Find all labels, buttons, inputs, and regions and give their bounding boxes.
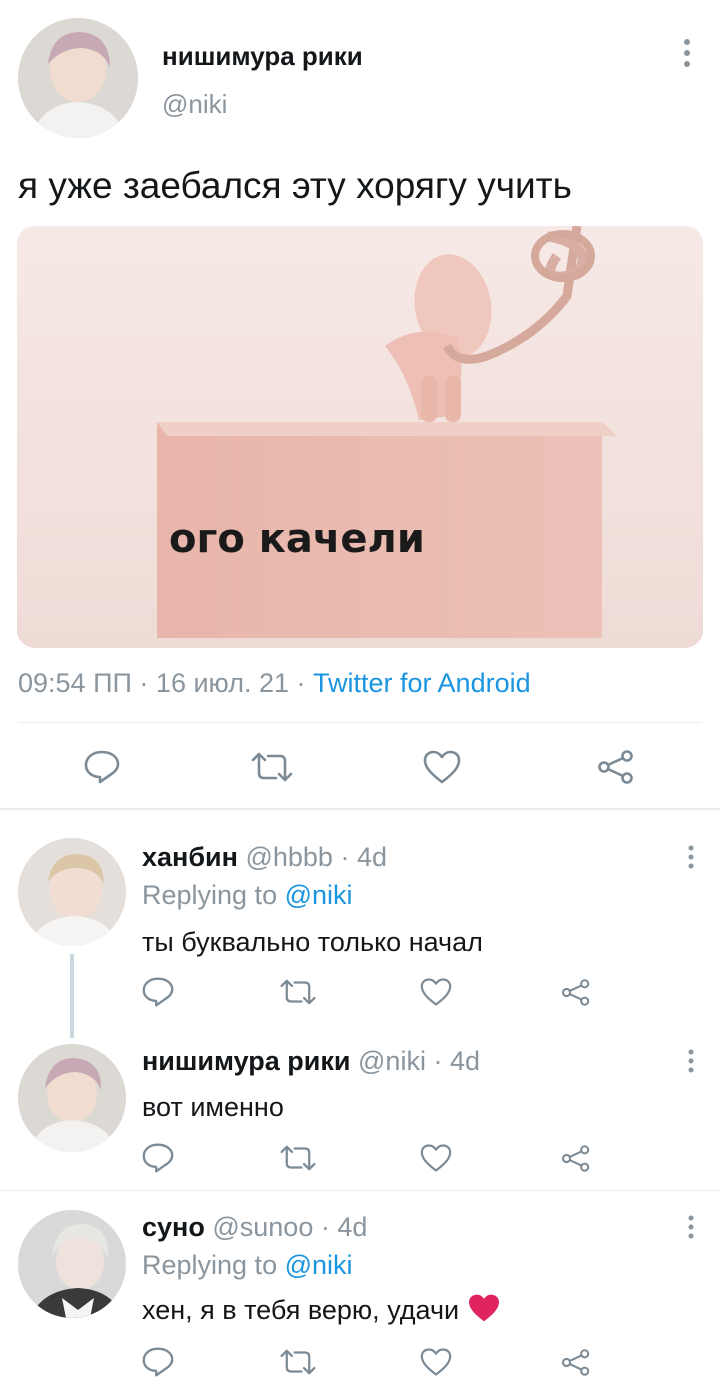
retweet-button[interactable] [268, 1136, 328, 1180]
reply-author-handle[interactable]: @niki [358, 1046, 426, 1076]
thread-line [70, 954, 74, 1038]
more-vertical-icon [684, 39, 690, 67]
retweet-icon [280, 1145, 316, 1171]
reply-button[interactable] [128, 970, 188, 1014]
more-options-button[interactable] [676, 842, 706, 872]
reply-header: ханбин @hbbb · 4d [142, 840, 387, 874]
like-icon [420, 1348, 452, 1376]
meta-separator: · [296, 668, 306, 698]
tweet-text: я уже заебался эту хорягу учить [18, 165, 572, 206]
share-icon [598, 750, 633, 784]
tweet-date: 16 июл. 21 [155, 668, 289, 698]
retweet-button[interactable] [268, 970, 328, 1014]
reply-button[interactable] [72, 745, 132, 789]
meta-separator: · [433, 1046, 443, 1076]
reply-icon [84, 750, 120, 784]
reply-age: 4d [337, 1212, 368, 1242]
meme-image: ого качели [17, 226, 703, 648]
retweet-icon [251, 752, 293, 782]
share-icon [561, 978, 590, 1006]
share-button[interactable] [586, 745, 646, 789]
reply-author-name[interactable]: ханбин [142, 842, 238, 872]
like-button[interactable] [406, 970, 466, 1014]
reply-icon [142, 1143, 174, 1173]
share-button[interactable] [546, 1136, 606, 1180]
share-button[interactable] [546, 1340, 606, 1384]
retweet-button[interactable] [242, 745, 302, 789]
heart-emoji-icon [467, 1293, 501, 1331]
tweet-source-link[interactable]: Twitter for Android [313, 668, 531, 698]
meta-separator: · [139, 668, 149, 698]
more-vertical-icon [688, 845, 694, 869]
reply-author-handle[interactable]: @hbbb [245, 842, 332, 872]
reply-icon [142, 977, 174, 1007]
more-vertical-icon [688, 1215, 694, 1239]
share-button[interactable] [546, 970, 606, 1014]
divider [18, 722, 702, 723]
reply-header: суно @sunoo · 4d [142, 1210, 367, 1244]
author-avatar[interactable] [18, 18, 138, 138]
more-options-button[interactable] [676, 1212, 706, 1242]
like-button[interactable] [406, 1136, 466, 1180]
retweet-button[interactable] [268, 1340, 328, 1384]
reply-text: хен, я в тебя верю, удачи [142, 1295, 460, 1325]
like-button[interactable] [412, 745, 472, 789]
reply-header: нишимура рики @niki · 4d [142, 1044, 480, 1078]
like-icon [420, 978, 452, 1006]
author-handle[interactable]: @niki [162, 88, 227, 120]
like-icon [420, 1144, 452, 1172]
divider [0, 808, 720, 810]
replying-to-link[interactable]: @niki [285, 1250, 353, 1280]
reply-avatar[interactable] [18, 1044, 126, 1152]
reply-button[interactable] [128, 1340, 188, 1384]
retweet-icon [280, 1349, 316, 1375]
divider [0, 1190, 720, 1191]
reply-age: 4d [356, 842, 388, 872]
reply-text-line: хен, я в тебя верю, удачи [142, 1293, 501, 1331]
reply-author-handle[interactable]: @sunoo [212, 1212, 313, 1242]
retweet-icon [280, 979, 316, 1005]
like-button[interactable] [406, 1340, 466, 1384]
more-options-button[interactable] [676, 1046, 706, 1076]
replying-to-label: Replying to [142, 880, 278, 910]
reply-button[interactable] [128, 1136, 188, 1180]
reply-author-name[interactable]: суно [142, 1212, 205, 1242]
reply-author-name[interactable]: нишимура рики [142, 1046, 351, 1076]
reply-text: ты буквально только начал [142, 927, 483, 957]
share-icon [561, 1144, 590, 1172]
replying-to: Replying to @niki [142, 1248, 353, 1282]
image-caption: ого качели [169, 516, 425, 562]
reply-text: вот именно [142, 1092, 284, 1122]
tweet-meta: 09:54 ПП · 16 июл. 21 · Twitter for Andr… [18, 666, 531, 700]
replying-to-link[interactable]: @niki [285, 880, 353, 910]
reply-avatar[interactable] [18, 1210, 126, 1318]
meta-separator: · [340, 842, 350, 872]
like-icon [423, 750, 461, 784]
author-name[interactable]: нишимура рики [162, 40, 363, 72]
share-icon [561, 1348, 590, 1376]
reply-avatar[interactable] [18, 838, 126, 946]
tweet-image[interactable]: ого качели [17, 226, 703, 648]
tweet-time: 09:54 ПП [18, 668, 132, 698]
reply-icon [142, 1347, 174, 1377]
replying-to: Replying to @niki [142, 878, 353, 912]
more-vertical-icon [688, 1049, 694, 1073]
meta-separator: · [320, 1212, 330, 1242]
reply-age: 4d [449, 1046, 481, 1076]
more-options-button[interactable] [672, 38, 702, 68]
replying-to-label: Replying to [142, 1250, 278, 1280]
